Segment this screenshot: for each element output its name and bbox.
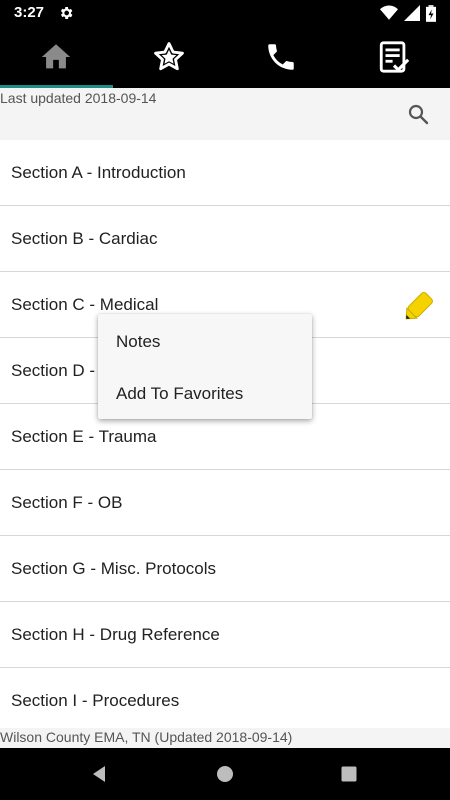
section-label: Section D - — [11, 361, 96, 380]
tab-favorites[interactable] — [113, 26, 226, 88]
list-item-section-g[interactable]: Section G - Misc. Protocols — [0, 536, 450, 602]
status-bar: 3:27 — [0, 0, 450, 26]
tab-phone[interactable] — [225, 26, 338, 88]
menu-item-label: Notes — [116, 332, 161, 351]
context-popup-menu: Notes Add To Favorites — [98, 314, 312, 419]
section-label: Section H - Drug Reference — [11, 625, 220, 644]
section-label: Section F - OB — [11, 493, 123, 512]
home-icon — [42, 44, 71, 69]
section-list: Section A - Introduction Section B - Car… — [0, 140, 450, 734]
header-area: Last updated 2018-09-14 — [0, 88, 450, 140]
settings-gear-icon — [60, 7, 73, 19]
cell-signal-icon — [404, 5, 420, 21]
list-item-section-h[interactable]: Section H - Drug Reference — [0, 602, 450, 668]
section-label: Section A - Introduction — [11, 163, 186, 182]
recents-icon[interactable] — [338, 763, 360, 785]
list-item-section-b[interactable]: Section B - Cardiac — [0, 206, 450, 272]
tab-checklist[interactable] — [338, 26, 450, 88]
search-icon[interactable] — [406, 102, 430, 126]
footer: Wilson County EMA, TN (Updated 2018-09-1… — [0, 728, 450, 748]
status-time: 3:27 — [14, 4, 45, 21]
menu-item-add-to-favorites[interactable]: Add To Favorites — [98, 368, 312, 418]
back-icon[interactable] — [88, 763, 110, 785]
section-label: Section C - Medical — [11, 295, 159, 314]
wifi-icon — [380, 5, 398, 20]
pencil-note-icon[interactable] — [404, 287, 438, 321]
list-item-section-a[interactable]: Section A - Introduction — [0, 140, 450, 206]
tab-bar — [0, 26, 450, 88]
checklist-icon — [379, 41, 410, 73]
tab-home[interactable] — [0, 26, 113, 88]
section-label: Section E - Trauma — [11, 427, 157, 446]
system-nav-bar — [0, 748, 450, 800]
menu-item-label: Add To Favorites — [116, 384, 244, 403]
list-item-section-i[interactable]: Section I - Procedures — [0, 668, 450, 734]
status-indicators — [380, 4, 436, 22]
phone-icon — [268, 44, 294, 70]
section-label: Section I - Procedures — [11, 691, 180, 710]
section-label: Section B - Cardiac — [11, 229, 158, 248]
star-icon — [153, 42, 184, 71]
home-circle-icon[interactable] — [214, 763, 236, 785]
section-label: Section G - Misc. Protocols — [11, 559, 217, 578]
last-updated-text: Last updated 2018-09-14 — [0, 90, 157, 106]
battery-charging-icon — [426, 4, 436, 22]
menu-item-notes[interactable]: Notes — [98, 316, 312, 366]
footer-text: Wilson County EMA, TN (Updated 2018-09-1… — [0, 729, 293, 745]
list-item-section-f[interactable]: Section F - OB — [0, 470, 450, 536]
